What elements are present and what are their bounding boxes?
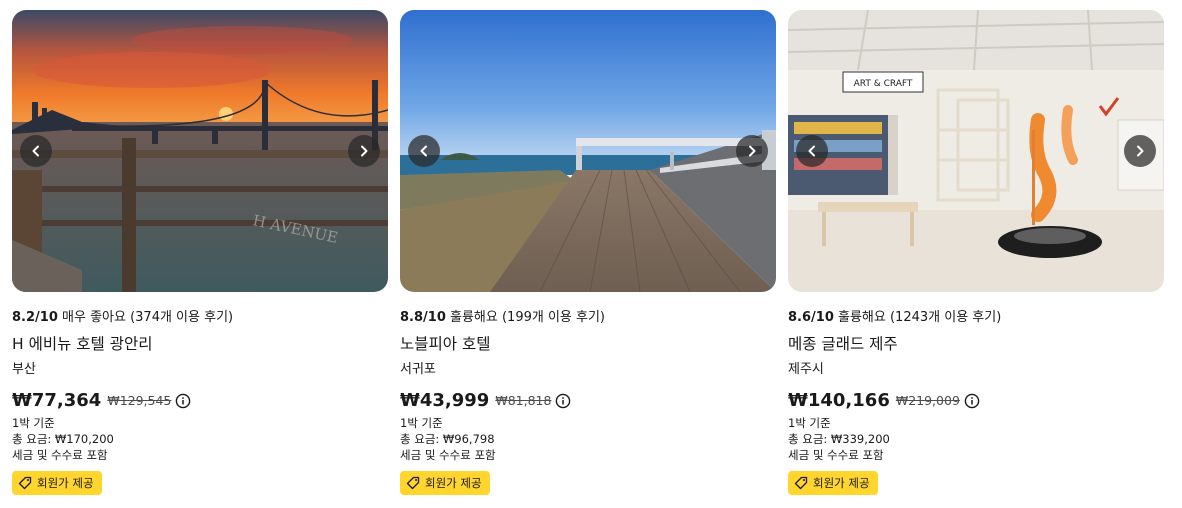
member-price-badge: 회원가 제공 — [788, 471, 878, 495]
hotel-location: 제주시 — [788, 362, 824, 377]
member-price-label: 회원가 제공 — [37, 476, 94, 490]
member-price-label: 회원가 제공 — [425, 476, 482, 490]
chevron-right-icon — [749, 145, 756, 157]
prev-photo-button[interactable] — [796, 135, 828, 167]
sign-text: ART & CRAFT — [854, 79, 913, 89]
tag-icon — [406, 476, 420, 490]
review-summary: 매우 좋아요 (374개 이용 후기) — [62, 310, 234, 325]
hotel-card-list: H AVENUE 8.2/10 매우 좋아요 (374개 이용 후기) H 에비… — [0, 0, 1182, 508]
rooftop-deck-photo — [400, 10, 776, 292]
hotel-card[interactable]: ART & CRAFT 8.6/10 훌륭해요 (1243개 이용 후기) 메종… — [788, 10, 1164, 500]
review-score: 8.2/10 — [12, 310, 58, 325]
per-night-note: 1박 기준 — [12, 416, 55, 430]
price-row: ₩77,364 ₩129,545 — [12, 390, 191, 411]
total-price: 총 요금: ₩96,798 — [400, 432, 495, 446]
tag-icon — [794, 476, 808, 490]
per-night-note: 1박 기준 — [400, 416, 443, 430]
hotel-name[interactable]: 메종 글래드 제주 — [788, 332, 898, 354]
next-photo-button[interactable] — [736, 135, 768, 167]
next-photo-button[interactable] — [348, 135, 380, 167]
tax-note: 세금 및 수수료 포함 — [788, 448, 884, 462]
review-rating: 8.2/10 매우 좋아요 (374개 이용 후기) — [12, 306, 233, 325]
current-price: ₩43,999 — [400, 390, 490, 411]
chevron-right-icon — [361, 145, 368, 157]
original-price: ₩129,545 — [107, 393, 172, 408]
total-price: 총 요금: ₩339,200 — [788, 432, 890, 446]
info-circle-icon[interactable] — [175, 393, 191, 409]
hotel-name[interactable]: H 에비뉴 호텔 광안리 — [12, 332, 153, 354]
current-price: ₩77,364 — [12, 390, 102, 411]
review-rating: 8.6/10 훌륭해요 (1243개 이용 후기) — [788, 306, 1001, 325]
per-night-note: 1박 기준 — [788, 416, 831, 430]
tag-icon — [18, 476, 32, 490]
hotel-location: 부산 — [12, 362, 36, 377]
kids-playroom-photo: ART & CRAFT — [788, 10, 1164, 292]
hotel-name[interactable]: 노블피아 호텔 — [400, 332, 491, 354]
review-summary: 훌륭해요 (1243개 이용 후기) — [838, 310, 1002, 325]
info-circle-icon[interactable] — [964, 393, 980, 409]
original-price: ₩219,009 — [895, 393, 960, 408]
hotel-photo[interactable]: ART & CRAFT — [788, 10, 1164, 292]
hotel-card[interactable]: H AVENUE 8.2/10 매우 좋아요 (374개 이용 후기) H 에비… — [12, 10, 388, 500]
member-price-label: 회원가 제공 — [813, 476, 870, 490]
chevron-left-icon — [32, 145, 39, 157]
hotel-photo[interactable] — [400, 10, 776, 292]
review-score: 8.6/10 — [788, 310, 834, 325]
original-price: ₩81,818 — [495, 393, 552, 408]
tax-note: 세금 및 수수료 포함 — [12, 448, 108, 462]
bridge-sunset-photo: H AVENUE — [12, 10, 388, 292]
review-score: 8.8/10 — [400, 310, 446, 325]
hotel-card[interactable]: 8.8/10 훌륭해요 (199개 이용 후기) 노블피아 호텔 서귀포 ₩43… — [400, 10, 776, 500]
total-price: 총 요금: ₩170,200 — [12, 432, 114, 446]
next-photo-button[interactable] — [1124, 135, 1156, 167]
member-price-badge: 회원가 제공 — [12, 471, 102, 495]
prev-photo-button[interactable] — [408, 135, 440, 167]
chevron-left-icon — [808, 145, 815, 157]
price-row: ₩43,999 ₩81,818 — [400, 390, 571, 411]
prev-photo-button[interactable] — [20, 135, 52, 167]
chevron-left-icon — [420, 145, 427, 157]
info-circle-icon[interactable] — [555, 393, 571, 409]
current-price: ₩140,166 — [788, 390, 890, 411]
chevron-right-icon — [1137, 145, 1144, 157]
price-row: ₩140,166 ₩219,009 — [788, 390, 980, 411]
review-rating: 8.8/10 훌륭해요 (199개 이용 후기) — [400, 306, 605, 325]
tax-note: 세금 및 수수료 포함 — [400, 448, 496, 462]
review-summary: 훌륭해요 (199개 이용 후기) — [450, 310, 606, 325]
member-price-badge: 회원가 제공 — [400, 471, 490, 495]
hotel-photo[interactable]: H AVENUE — [12, 10, 388, 292]
hotel-location: 서귀포 — [400, 362, 436, 377]
